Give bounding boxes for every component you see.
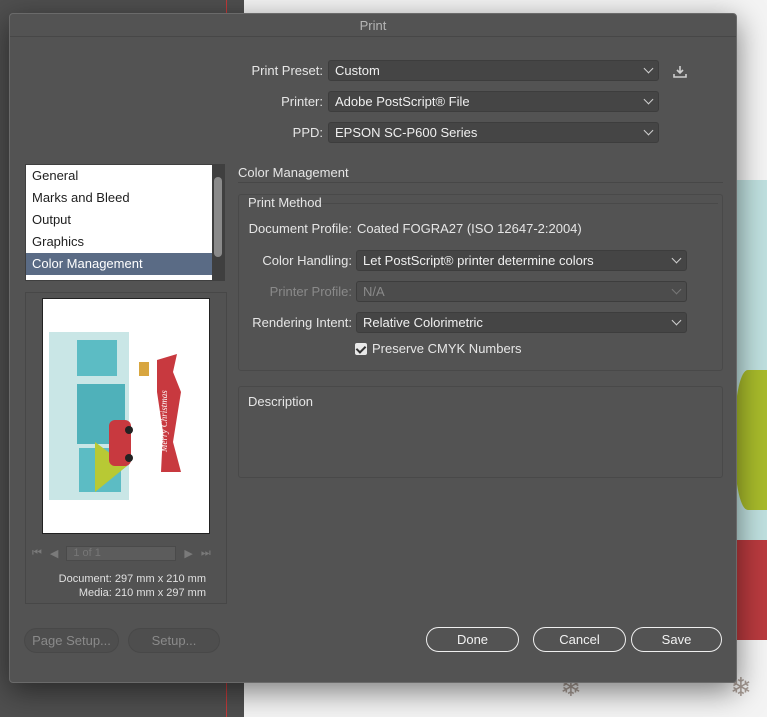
panel-title: Color Management (238, 165, 723, 183)
save-button[interactable]: Save (631, 627, 722, 652)
chevron-down-icon (671, 284, 682, 295)
print-preset-row: Print Preset: Custom (210, 60, 659, 81)
chevron-down-icon (671, 315, 682, 326)
color-handling-label: Color Handling: (262, 253, 352, 268)
ppd-label: PPD: (292, 125, 323, 140)
sidebar-item-graphics[interactable]: Graphics (26, 231, 224, 253)
ppd-row: PPD: EPSON SC-P600 Series (210, 122, 659, 143)
description-group: Description (238, 386, 723, 478)
print-dialog: Print Print Preset: Custom Printer: Adob… (9, 13, 737, 683)
preserve-cmyk-label: Preserve CMYK Numbers (372, 341, 522, 356)
artwork-tree (735, 370, 767, 510)
rendering-intent-label: Rendering Intent: (252, 315, 352, 330)
ppd-select[interactable]: EPSON SC-P600 Series (328, 122, 659, 143)
page-setup-button[interactable]: Page Setup... (24, 628, 119, 653)
preserve-cmyk-row[interactable]: Preserve CMYK Numbers (355, 341, 522, 356)
printer-row: Printer: Adobe PostScript® File (210, 91, 659, 112)
sidebar-item-general[interactable]: General (26, 165, 224, 187)
artwork-banner (735, 540, 767, 640)
rendering-intent-row: Rendering Intent: Relative Colorimetric (239, 312, 687, 333)
page-navigator: ⏮ ◀ 1 of 1 ▶ ⏭ (32, 545, 220, 561)
printer-profile-select[interactable]: N/A (356, 281, 687, 302)
print-preset-value: Custom (335, 63, 380, 78)
rendering-intent-value: Relative Colorimetric (363, 315, 483, 330)
first-page-icon[interactable]: ⏮ (32, 547, 42, 560)
sidebar-item-color-management[interactable]: Color Management (26, 253, 224, 275)
document-profile-value: Coated FOGRA27 (ISO 12647-2:2004) (357, 221, 582, 236)
done-button[interactable]: Done (426, 627, 519, 652)
cancel-button[interactable]: Cancel (533, 627, 626, 652)
page-field[interactable]: 1 of 1 (66, 545, 177, 561)
printer-select[interactable]: Adobe PostScript® File (328, 91, 659, 112)
list-scrollbar[interactable] (212, 165, 224, 280)
printer-label: Printer: (281, 94, 323, 109)
document-dimensions: Document: 297 mm x 210 mm (58, 573, 206, 585)
print-preset-select[interactable]: Custom (328, 60, 659, 81)
artwork-text: Merry Christmas (159, 390, 169, 453)
printer-profile-row: Printer Profile: N/A (239, 281, 687, 302)
chevron-down-icon (671, 253, 682, 264)
printer-value: Adobe PostScript® File (335, 94, 470, 109)
media-dimensions: Media: 210 mm x 297 mm (78, 587, 206, 599)
divider (321, 203, 718, 204)
print-method-group: Print Method Document Profile: Coated FO… (238, 194, 723, 371)
printer-profile-value: N/A (363, 284, 385, 299)
chevron-down-icon (643, 125, 654, 136)
next-page-icon[interactable]: ▶ (184, 547, 192, 560)
chevron-down-icon (643, 63, 654, 74)
category-list: General Marks and Bleed Output Graphics … (25, 164, 225, 281)
scrollbar-thumb[interactable] (214, 177, 222, 257)
dimensions-info: Document: 297 mm x 210 mm Media: 210 mm … (26, 572, 206, 600)
print-preview: Merry Christmas ⏮ ◀ 1 of 1 ▶ ⏭ Document:… (25, 292, 227, 604)
document-profile-row: Document Profile: Coated FOGRA27 (ISO 12… (239, 221, 582, 236)
preview-page: Merry Christmas (42, 298, 210, 534)
setup-button[interactable]: Setup... (128, 628, 220, 653)
save-preset-icon[interactable] (673, 65, 687, 79)
document-profile-label: Document Profile: (248, 221, 352, 236)
print-preset-label: Print Preset: (251, 63, 323, 78)
last-page-icon[interactable]: ⏭ (201, 547, 211, 560)
ppd-value: EPSON SC-P600 Series (335, 125, 478, 140)
preview-artwork: Merry Christmas (49, 332, 181, 500)
document-artwork (735, 180, 767, 640)
print-method-label: Print Method (248, 195, 322, 210)
description-label: Description (248, 394, 314, 409)
sidebar-item-marks-and-bleed[interactable]: Marks and Bleed (26, 187, 224, 209)
color-handling-value: Let PostScript® printer determine colors (363, 253, 594, 268)
printer-profile-label: Printer Profile: (269, 284, 352, 299)
sidebar-item-output[interactable]: Output (26, 209, 224, 231)
dialog-title: Print (10, 14, 736, 37)
rendering-intent-select[interactable]: Relative Colorimetric (356, 312, 687, 333)
prev-page-icon[interactable]: ◀ (50, 547, 58, 560)
color-handling-select[interactable]: Let PostScript® printer determine colors (356, 250, 687, 271)
chevron-down-icon (643, 94, 654, 105)
color-handling-row: Color Handling: Let PostScript® printer … (239, 250, 687, 271)
preserve-cmyk-checkbox[interactable] (355, 342, 367, 355)
